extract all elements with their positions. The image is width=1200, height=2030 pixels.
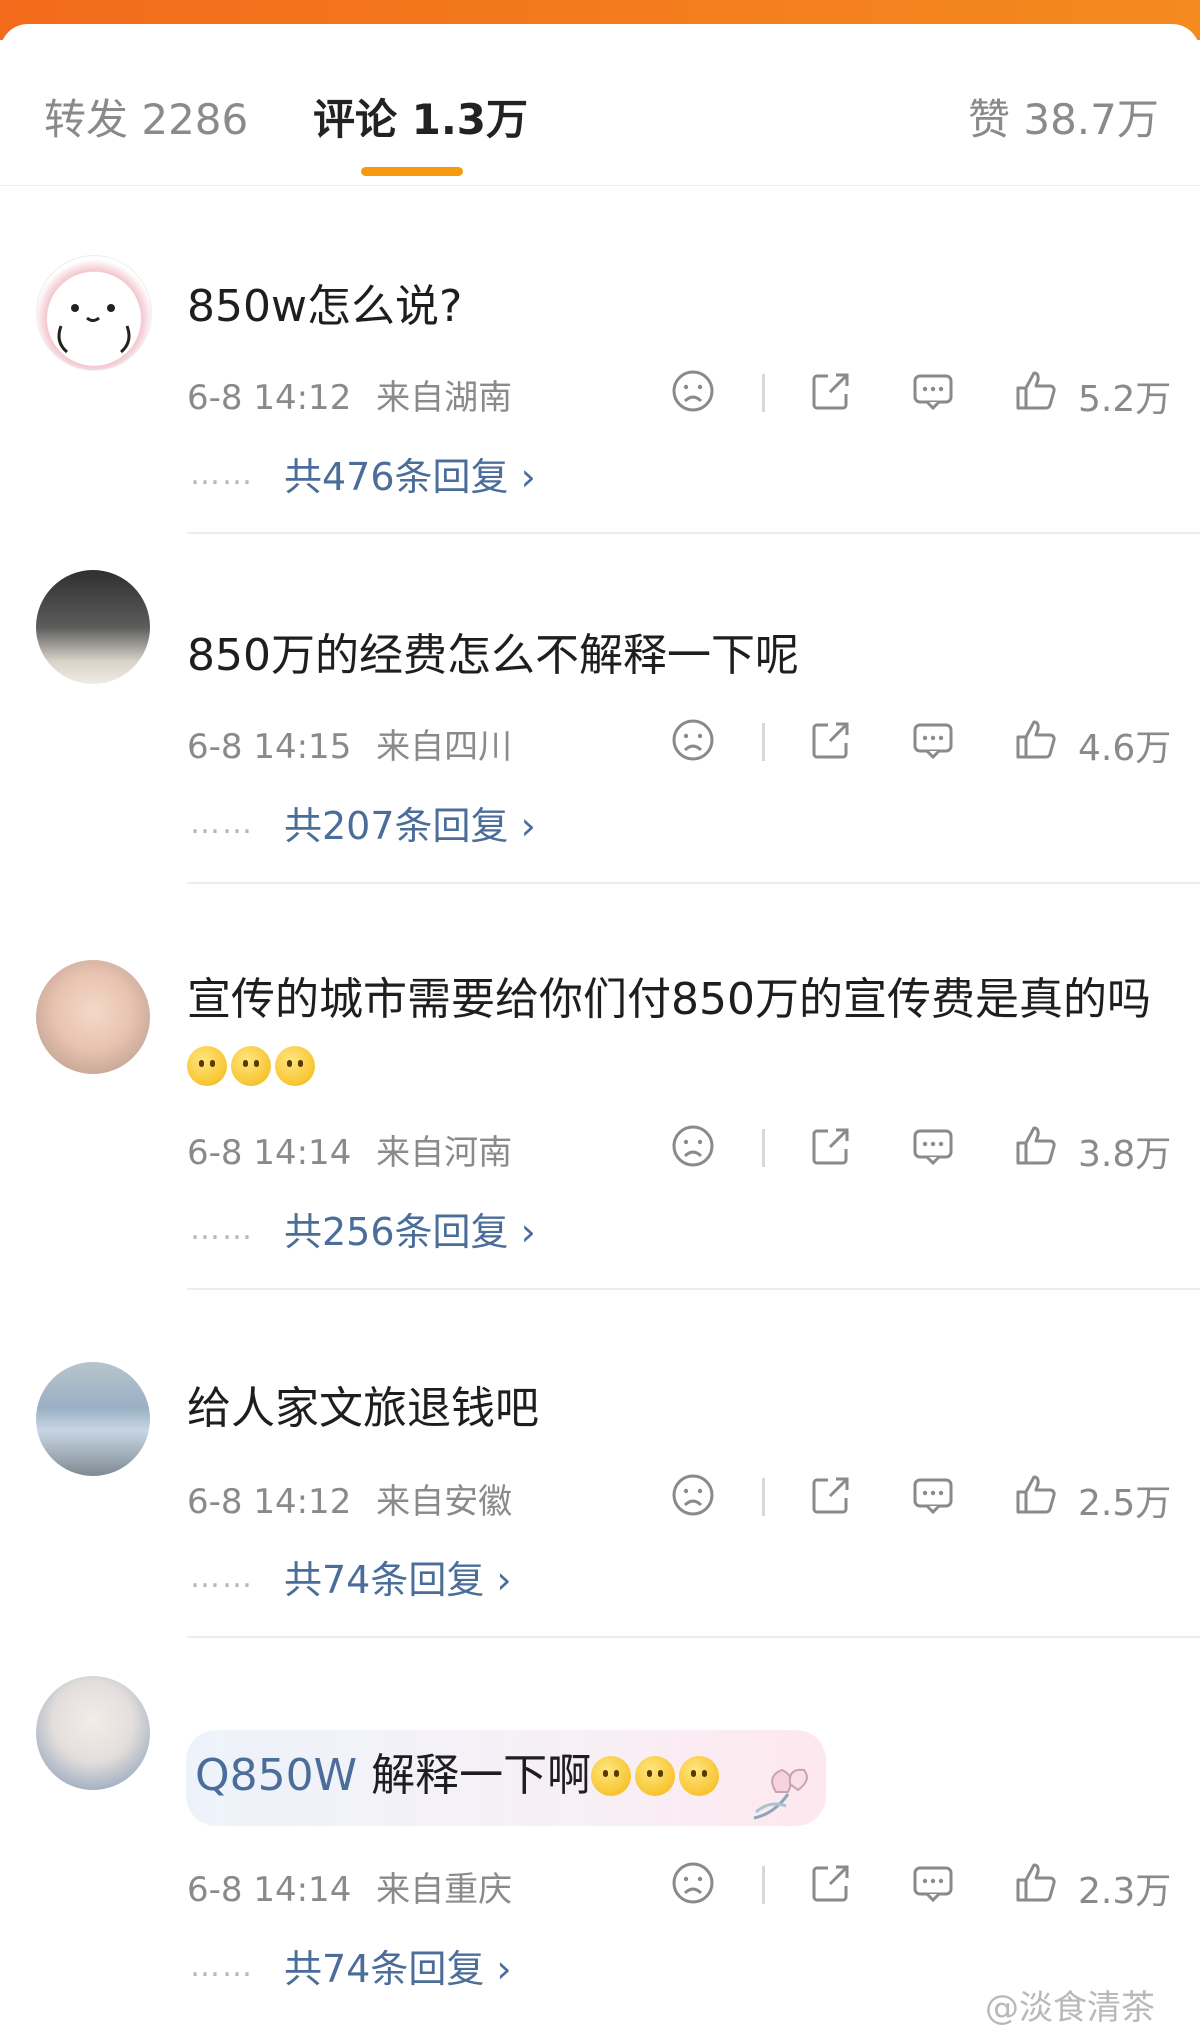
tab-bar: 转发 2286 评论 1.3万 赞 38.7万 xyxy=(0,55,1200,186)
view-replies-link[interactable]: …… 共74条回复 › xyxy=(190,1938,512,1993)
share-icon[interactable] xyxy=(808,368,854,414)
like-icon[interactable] xyxy=(1012,1472,1058,1518)
sweat-emoji-icon xyxy=(635,1756,676,1796)
comment-time: 6-8 14:15 xyxy=(187,727,352,767)
comment-time: 6-8 14:12 xyxy=(187,1482,352,1522)
like-icon[interactable] xyxy=(1012,1123,1058,1169)
dislike-icon[interactable] xyxy=(670,368,716,414)
replies-count[interactable]: 共256条回复 › xyxy=(284,1210,536,1254)
watermark: @淡食清茶 xyxy=(985,1988,1155,2028)
comment-text: 850万的经费怎么不解释一下呢 xyxy=(187,630,799,681)
share-icon[interactable] xyxy=(808,1123,854,1169)
comment-text: 给人家文旅退钱吧 xyxy=(187,1383,539,1434)
like-count: 5.2万 xyxy=(1078,379,1172,420)
comment-text: 850w怎么说? xyxy=(187,281,463,332)
dislike-icon[interactable] xyxy=(670,1472,716,1518)
tulip-icon xyxy=(753,1768,808,1820)
search-keyword-link[interactable]: Q850W xyxy=(195,1750,357,1801)
divider xyxy=(187,1288,1200,1290)
dots-icon: …… xyxy=(190,1949,254,1984)
comment-icon[interactable] xyxy=(910,368,956,414)
view-replies-link[interactable]: …… 共207条回复 › xyxy=(190,795,536,850)
comment-text-content: 宣传的城市需要给你们付850万的宣传费是真的吗 xyxy=(187,974,1151,1025)
like-count: 2.3万 xyxy=(1078,1871,1172,1912)
avatar[interactable] xyxy=(36,960,150,1074)
active-tab-indicator xyxy=(361,167,463,176)
share-icon[interactable] xyxy=(808,1860,854,1906)
comment-time: 6-8 14:14 xyxy=(187,1133,352,1173)
divider xyxy=(762,1129,765,1167)
like-icon[interactable] xyxy=(1012,368,1058,414)
smile-emoji-icon xyxy=(275,1046,315,1086)
comment-meta: 6-8 14:12 来自安徽 xyxy=(187,1474,512,1523)
smile-emoji-icon xyxy=(231,1046,271,1086)
replies-count[interactable]: 共476条回复 › xyxy=(284,455,536,499)
dots-icon: …… xyxy=(190,1212,254,1247)
comment-icon[interactable] xyxy=(910,717,956,763)
replies-count[interactable]: 共207条回复 › xyxy=(284,804,536,848)
like-icon[interactable] xyxy=(1012,1860,1058,1906)
divider xyxy=(762,723,765,761)
comment-meta: 6-8 14:14 来自河南 xyxy=(187,1125,512,1174)
dots-icon: …… xyxy=(190,806,254,841)
avatar[interactable] xyxy=(36,255,152,371)
dislike-icon[interactable] xyxy=(670,717,716,763)
comment-location: 来自河南 xyxy=(376,1133,513,1173)
comment-location: 来自重庆 xyxy=(376,1870,513,1910)
comment-actions: 2.3万 xyxy=(670,1860,1171,1912)
replies-count[interactable]: 共74条回复 › xyxy=(284,1947,512,1991)
like-icon[interactable] xyxy=(1012,717,1058,763)
comment-time: 6-8 14:12 xyxy=(187,378,352,418)
dislike-icon[interactable] xyxy=(670,1860,716,1906)
comment-icon[interactable] xyxy=(910,1860,956,1906)
dots-icon: …… xyxy=(190,457,254,492)
view-replies-link[interactable]: …… 共256条回复 › xyxy=(190,1201,536,1256)
avatar[interactable] xyxy=(36,1676,150,1790)
view-replies-link[interactable]: …… 共74条回复 › xyxy=(190,1549,512,1604)
divider xyxy=(187,882,1200,884)
comment-text: 宣传的城市需要给你们付850万的宣传费是真的吗 xyxy=(187,967,1167,1099)
avatar[interactable] xyxy=(36,1362,150,1476)
comment-actions: 4.6万 xyxy=(670,717,1171,769)
comment-location: 来自湖南 xyxy=(376,378,513,418)
like-count: 3.8万 xyxy=(1078,1134,1172,1175)
share-icon[interactable] xyxy=(808,717,854,763)
divider xyxy=(762,1478,765,1516)
replies-count[interactable]: 共74条回复 › xyxy=(284,1558,512,1602)
dots-icon: …… xyxy=(190,1560,254,1595)
comment-location: 来自安徽 xyxy=(376,1482,513,1522)
divider xyxy=(762,1866,765,1904)
tab-comments[interactable]: 评论 1.3万 xyxy=(313,92,528,148)
comment-icon[interactable] xyxy=(910,1472,956,1518)
comment-text: Q850W 解释一下啊 xyxy=(195,1743,723,1809)
comment-meta: 6-8 14:14 来自重庆 xyxy=(187,1862,512,1911)
comment-meta: 6-8 14:15 来自四川 xyxy=(187,719,512,768)
comment-actions: 2.5万 xyxy=(670,1472,1171,1524)
comment-actions: 3.8万 xyxy=(670,1123,1171,1175)
comment-icon[interactable] xyxy=(910,1123,956,1169)
divider xyxy=(187,532,1200,534)
tab-likes[interactable]: 赞 38.7万 xyxy=(968,92,1159,148)
avatar[interactable] xyxy=(36,570,150,684)
view-replies-link[interactable]: …… 共476条回复 › xyxy=(190,446,536,501)
comment-location: 来自四川 xyxy=(376,727,513,767)
divider xyxy=(762,374,765,412)
smile-emoji-icon xyxy=(187,1046,227,1086)
sweat-emoji-icon xyxy=(591,1756,632,1796)
like-count: 2.5万 xyxy=(1078,1483,1172,1524)
divider xyxy=(187,1636,1200,1638)
comment-actions: 5.2万 xyxy=(670,368,1171,420)
like-count: 4.6万 xyxy=(1078,728,1172,769)
comment-time: 6-8 14:14 xyxy=(187,1870,352,1910)
share-icon[interactable] xyxy=(808,1472,854,1518)
sweat-emoji-icon xyxy=(679,1756,720,1796)
dislike-icon[interactable] xyxy=(670,1123,716,1169)
comment-meta: 6-8 14:12 来自湖南 xyxy=(187,370,512,419)
comment-text-content: 解释一下啊 xyxy=(357,1750,592,1801)
tab-repost[interactable]: 转发 2286 xyxy=(44,92,248,148)
